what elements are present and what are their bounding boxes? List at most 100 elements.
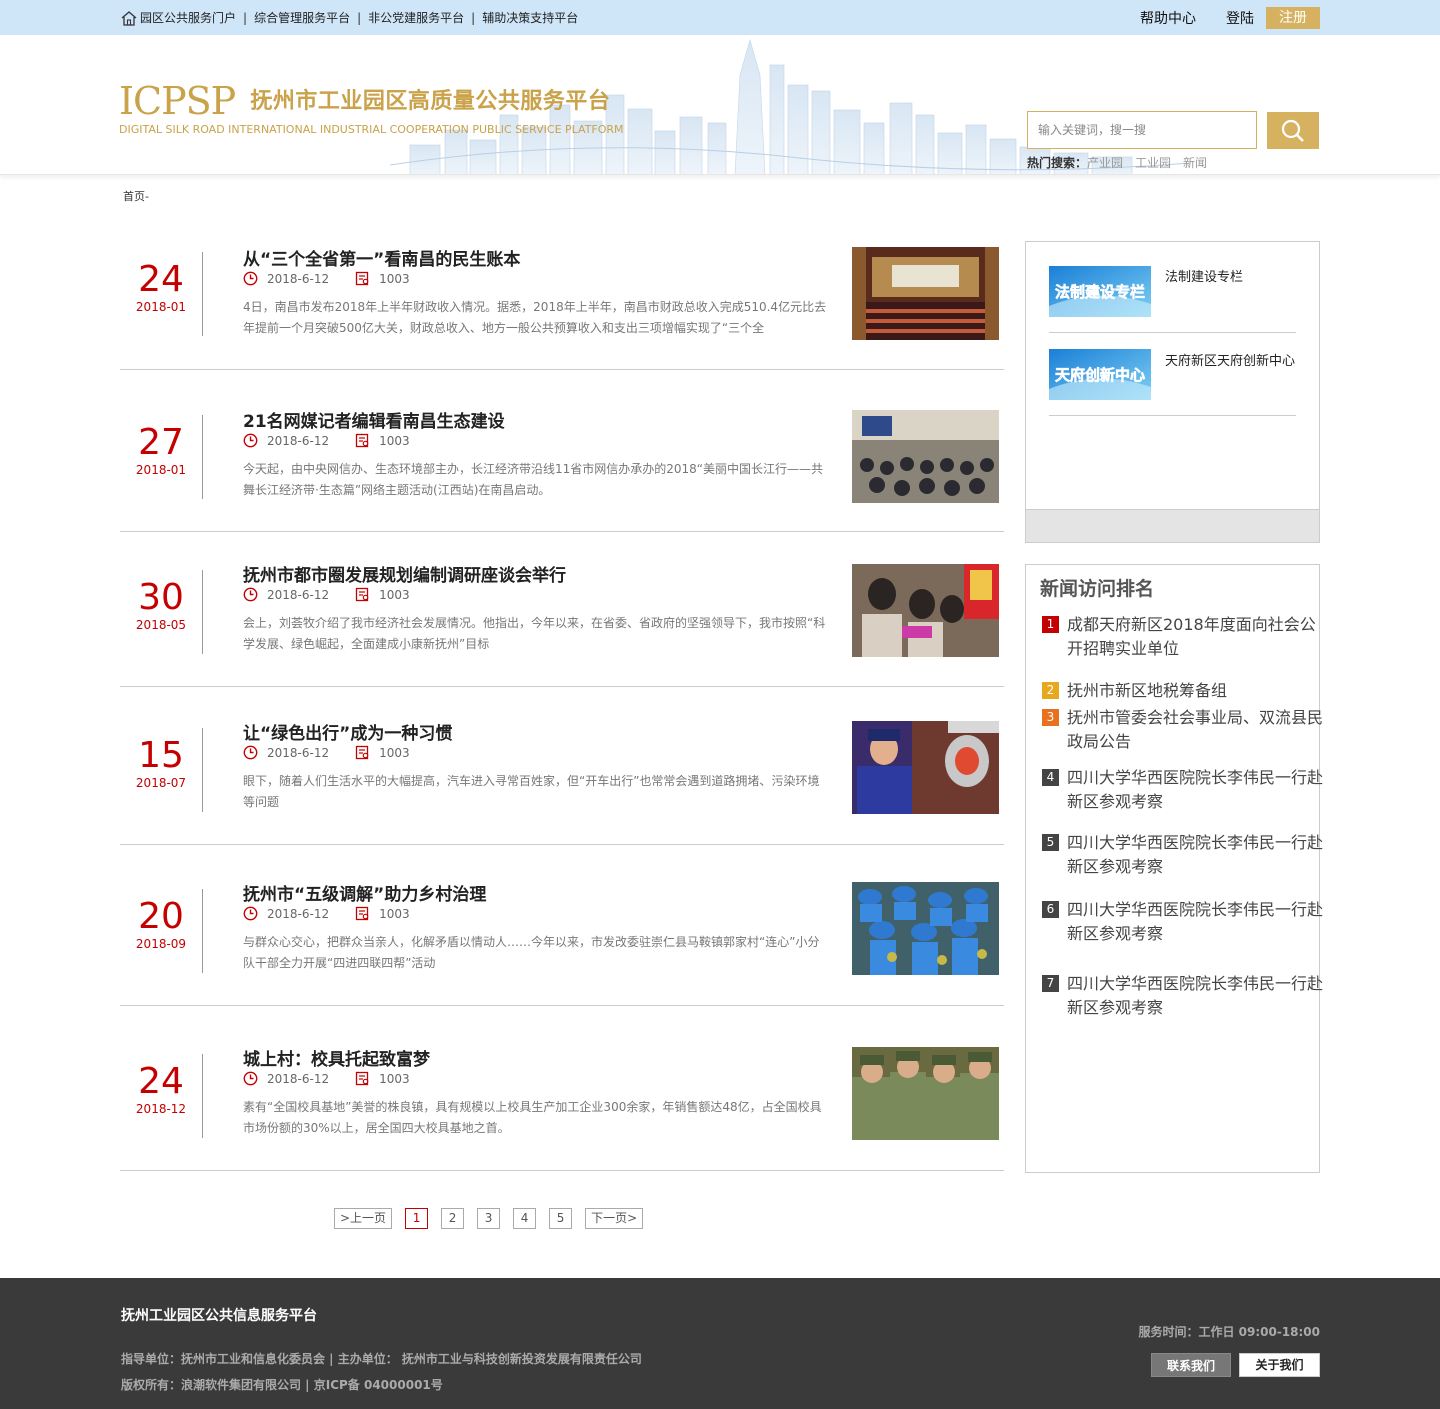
date-day: 24	[138, 1061, 184, 1102]
list-item[interactable]: 27 2018-01 21名网媒记者编辑看南昌生态建设 2018-6-12 100…	[120, 370, 1004, 532]
search-button[interactable]	[1267, 112, 1319, 149]
ranking-item[interactable]: 4 四川大学华西医院院长李伟民一行赴新区参观考察	[1042, 766, 1323, 814]
date-month: 2018-01	[135, 463, 187, 477]
ranking-item-title[interactable]: 四川大学华西医院院长李伟民一行赴新区参观考察	[1067, 972, 1323, 1020]
article-thumbnail[interactable]	[852, 247, 999, 340]
article-thumbnail[interactable]	[852, 410, 999, 503]
clock-icon	[243, 587, 258, 602]
ranking-item[interactable]: 5 四川大学华西医院院长李伟民一行赴新区参观考察	[1042, 831, 1323, 879]
page-button[interactable]: 3	[477, 1208, 501, 1229]
article-title[interactable]: 抚州市“五级调解”助力乡村治理	[243, 880, 486, 905]
page-button[interactable]: 2	[441, 1208, 465, 1229]
article-thumbnail[interactable]	[852, 882, 999, 975]
ranking-item-title[interactable]: 成都天府新区2018年度面向社会公开招聘实业单位	[1067, 613, 1323, 661]
ranking-item-title[interactable]: 四川大学华西医院院长李伟民一行赴新区参观考察	[1067, 898, 1323, 946]
special-link[interactable]: 法制建设专栏 法制建设专栏	[1049, 266, 1296, 333]
article-summary: 会上，刘荟牧介绍了我市经济社会发展情况。他指出，今年以来，在省委、省政府的坚强领…	[243, 616, 826, 651]
rank-number-badge: 2	[1042, 682, 1059, 699]
special-link-banner[interactable]: 天府创新中心	[1049, 349, 1151, 400]
article-list: 24 2018-01 从“三个全省第一”看南昌的民生账本 2018-6-12 10…	[120, 229, 1004, 1171]
date-month: 2018-01	[135, 300, 187, 314]
date-box: 15 2018-07	[120, 728, 203, 812]
special-link-label[interactable]: 法制建设专栏	[1165, 266, 1300, 290]
list-item[interactable]: 24 2018-01 从“三个全省第一”看南昌的民生账本 2018-6-12 10…	[120, 229, 1004, 370]
ranking-item[interactable]: 6 四川大学华西医院院长李伟民一行赴新区参观考察	[1042, 898, 1323, 946]
search-form: 输入关键词，搜一搜	[1027, 111, 1319, 149]
date-month: 2018-09	[135, 937, 187, 951]
breadcrumb[interactable]: 首页-	[123, 188, 149, 204]
article-date: 2018-6-12	[267, 906, 330, 921]
date-box: 24 2018-01	[120, 252, 203, 336]
portal-link-4[interactable]: 辅助决策支持平台	[482, 9, 578, 26]
article-title[interactable]: 城上村：校具托起致富梦	[243, 1045, 430, 1070]
views-value: 1003	[379, 271, 410, 286]
article-meta: 2018-6-12 1003	[243, 906, 410, 921]
contact-us-button[interactable]: 联系我们	[1151, 1353, 1231, 1377]
list-item[interactable]: 30 2018-05 抚州市都市圈发展规划编制调研座谈会举行 2018-6-12 …	[120, 532, 1004, 687]
article-title[interactable]: 从“三个全省第一”看南昌的民生账本	[243, 245, 520, 270]
rank-number-badge: 1	[1042, 616, 1059, 633]
article-summary: 4日，南昌市发布2018年上半年财政收入情况。据悉，2018年上半年，南昌市财政…	[243, 300, 827, 335]
article-thumbnail[interactable]	[852, 1047, 999, 1140]
ranking-item[interactable]: 7 四川大学华西医院院长李伟民一行赴新区参观考察	[1042, 972, 1323, 1020]
ranking-item-title[interactable]: 四川大学华西医院院长李伟民一行赴新区参观考察	[1067, 831, 1323, 879]
hot-term[interactable]: 新闻	[1183, 156, 1207, 170]
rank-number-badge: 7	[1042, 975, 1059, 992]
date-month: 2018-07	[135, 776, 187, 790]
search-input[interactable]: 输入关键词，搜一搜	[1027, 111, 1257, 149]
special-link-banner[interactable]: 法制建设专栏	[1049, 266, 1151, 317]
rank-number-badge: 4	[1042, 769, 1059, 786]
register-button[interactable]: 注册	[1266, 7, 1320, 29]
article-summary: 与群众心交心，把群众当亲人，化解矛盾以情动人……今年以来，市发改委驻崇仁县马鞍镇…	[243, 935, 820, 970]
ranking-item-title[interactable]: 四川大学华西医院院长李伟民一行赴新区参观考察	[1067, 766, 1323, 814]
ranking-item[interactable]: 1 成都天府新区2018年度面向社会公开招聘实业单位	[1042, 613, 1323, 661]
list-item[interactable]: 24 2018-12 城上村：校具托起致富梦 2018-6-12 1003 素有“…	[120, 1006, 1004, 1171]
special-link-label[interactable]: 天府新区天府创新中心	[1165, 350, 1300, 374]
article-thumbnail[interactable]	[852, 564, 999, 657]
list-item[interactable]: 15 2018-07 让“绿色出行”成为一种习惯 2018-6-12 1003 眼…	[120, 687, 1004, 845]
portal-link-2[interactable]: 综合管理服务平台	[254, 9, 350, 26]
about-us-button[interactable]: 关于我们	[1239, 1353, 1320, 1377]
login-link[interactable]: 登陆	[1226, 8, 1254, 28]
article-meta: 2018-6-12 1003	[243, 433, 410, 448]
clock-icon	[243, 433, 258, 448]
clock-icon	[243, 745, 258, 760]
hot-search-label: 热门搜索：	[1027, 156, 1088, 170]
page-button[interactable]: 4	[513, 1208, 537, 1229]
site-title: 抚州市工业园区高质量公共服务平台	[250, 89, 611, 114]
footer-copyright: 版权所有：浪潮软件集团有限公司 | 京ICP备 04000001号	[121, 1378, 443, 1392]
article-meta: 2018-6-12 1003	[243, 745, 410, 760]
views-icon	[355, 433, 369, 448]
article-title[interactable]: 让“绿色出行”成为一种习惯	[243, 719, 452, 744]
article-thumbnail[interactable]	[852, 721, 999, 814]
next-page-button[interactable]: 下一页>	[585, 1208, 644, 1229]
date-month: 2018-12	[135, 1102, 187, 1116]
site-footer: 抚州工业园区公共信息服务平台 指导单位：抚州市工业和信息化委员会 | 主办单位：…	[0, 1278, 1440, 1409]
special-link[interactable]: 天府创新中心 天府新区天府创新中心	[1049, 349, 1296, 416]
prev-page-button[interactable]: >上一页	[334, 1208, 393, 1229]
date-box: 30 2018-05	[120, 570, 203, 654]
portal-link-1[interactable]: 园区公共服务门户	[140, 9, 236, 26]
ranking-item-title[interactable]: 抚州市新区地税筹备组	[1067, 679, 1323, 703]
ranking-item[interactable]: 2 抚州市新区地税筹备组	[1042, 679, 1323, 703]
list-item[interactable]: 20 2018-09 抚州市“五级调解”助力乡村治理 2018-6-12 1003…	[120, 845, 1004, 1006]
portal-link-3[interactable]: 非公党建服务平台	[368, 9, 464, 26]
help-center-link[interactable]: 帮助中心	[1140, 8, 1196, 28]
views-count: 1003	[355, 271, 410, 286]
article-title[interactable]: 抚州市都市圈发展规划编制调研座谈会举行	[243, 561, 566, 586]
banner-text: 法制建设专栏	[1055, 283, 1145, 301]
ranking-item[interactable]: 3 抚州市管委会社会事业局、双流县民政局公告	[1042, 706, 1323, 754]
article-title[interactable]: 21名网媒记者编辑看南昌生态建设	[243, 407, 505, 432]
page-button-current[interactable]: 1	[405, 1208, 429, 1229]
page-button[interactable]: 5	[549, 1208, 573, 1229]
site-logo[interactable]: ICPSP 抚州市工业园区高质量公共服务平台 DIGITAL SILK ROAD…	[119, 79, 624, 136]
hot-term[interactable]: 产业园	[1087, 156, 1123, 170]
date-day: 27	[138, 422, 184, 463]
date-box: 24 2018-12	[120, 1054, 203, 1138]
ranking-item-title[interactable]: 抚州市管委会社会事业局、双流县民政局公告	[1067, 706, 1323, 754]
views-value: 1003	[379, 587, 410, 602]
views-value: 1003	[379, 1071, 410, 1086]
hot-term[interactable]: 工业园	[1135, 156, 1171, 170]
date-day: 20	[138, 896, 184, 937]
views-count: 1003	[355, 906, 410, 921]
